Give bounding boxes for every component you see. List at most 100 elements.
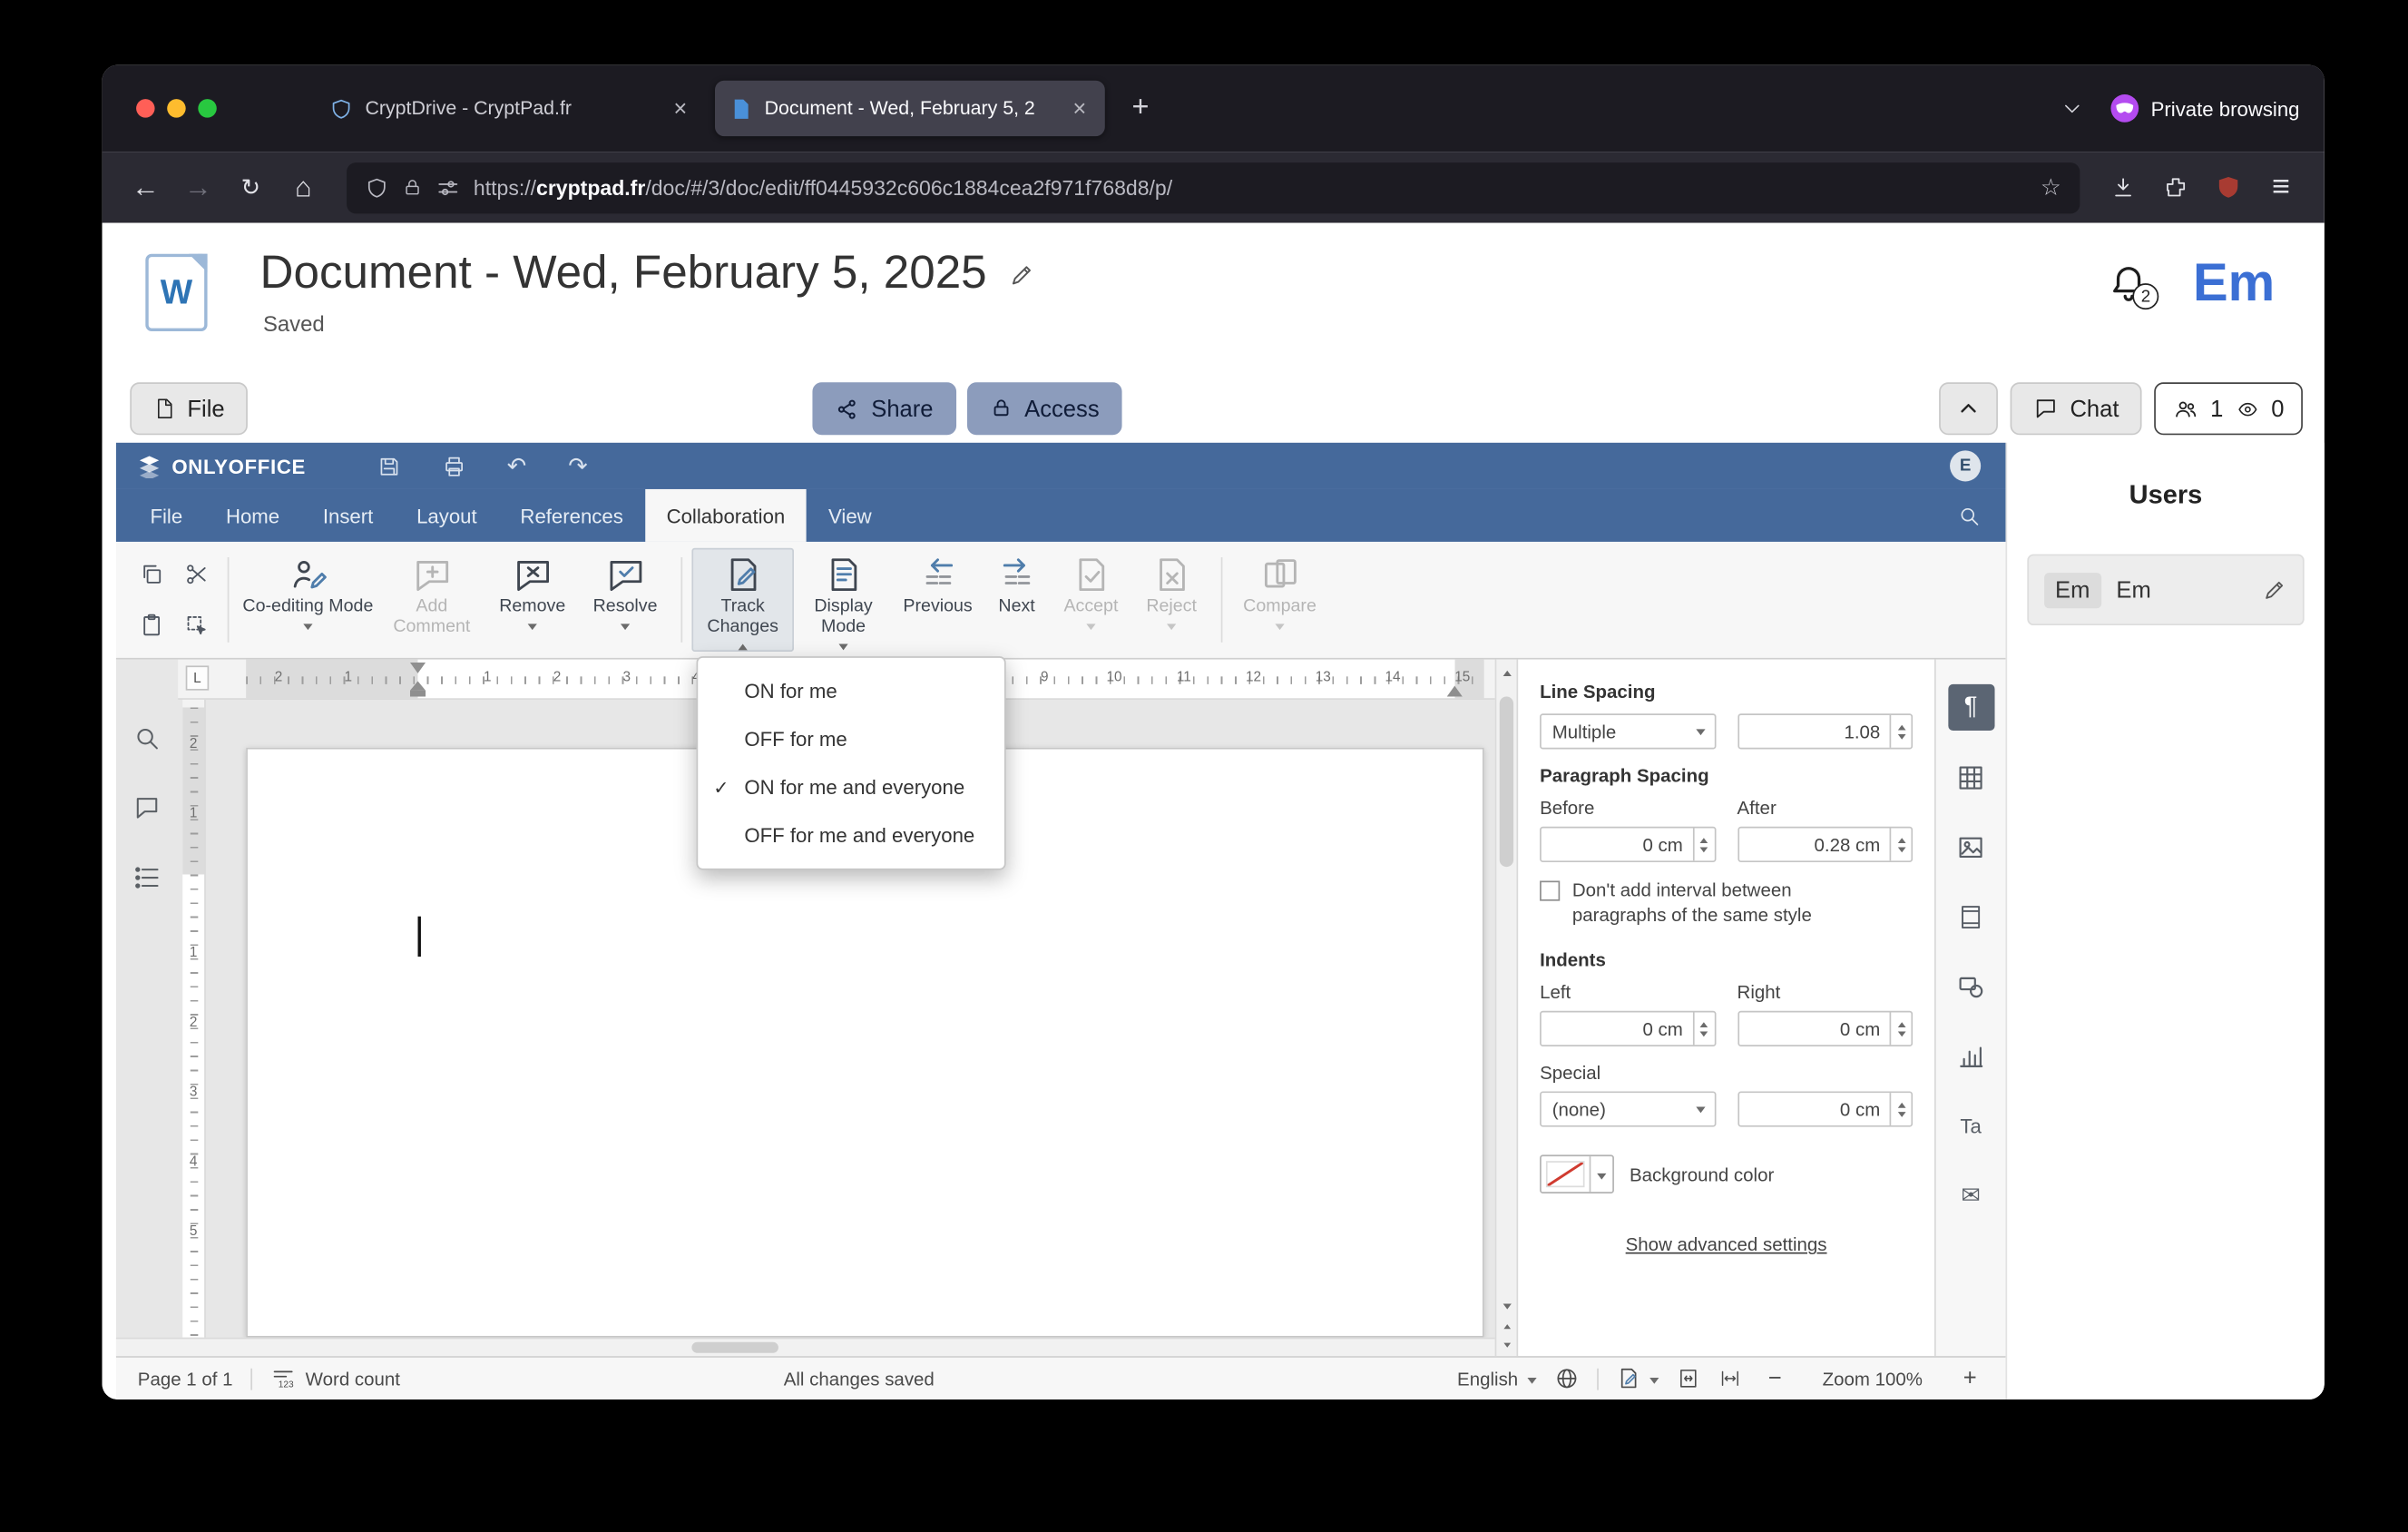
menu-tab-home[interactable]: Home [204,489,301,542]
menu-tab-view[interactable]: View [807,489,893,542]
permissions-sliders-icon[interactable] [436,176,460,200]
menu-tab-file[interactable]: File [129,489,204,542]
fit-page-icon[interactable] [1678,1367,1699,1390]
add-comment-button[interactable]: Add Comment [377,548,485,652]
fit-width-icon[interactable] [1718,1369,1742,1389]
first-line-indent-marker[interactable] [409,662,426,673]
menu-tab-collaboration[interactable]: Collaboration [644,488,808,542]
forward-button[interactable]: → [173,162,223,212]
interval-checkbox[interactable] [1540,880,1561,901]
collapse-toolbar-button[interactable] [1938,382,1998,436]
url-text[interactable]: https://cryptpad.fr/doc/#/3/doc/edit/ff0… [474,176,2027,200]
header-footer-settings-icon[interactable] [1947,893,1993,939]
special-indent-spinner[interactable]: 0 cm [1737,1092,1914,1128]
new-tab-button[interactable]: + [1117,85,1163,132]
track-changes-button[interactable]: Track Changes [691,547,794,653]
chart-settings-icon[interactable] [1947,1033,1993,1079]
zoom-window-button[interactable] [198,99,217,118]
downloads-icon[interactable] [2099,162,2149,212]
close-window-button[interactable] [136,99,155,118]
tracking-protection-shield-icon[interactable] [366,176,389,200]
browser-tab-document[interactable]: Document - Wed, February 5, 2 × [714,80,1105,137]
language-selector[interactable]: English [1457,1368,1537,1390]
tab-close-icon[interactable]: × [1068,95,1091,122]
reload-button[interactable]: ↻ [226,162,276,212]
previous-page-button[interactable] [1496,1321,1516,1330]
accept-change-button[interactable]: Accept [1051,548,1131,652]
advanced-settings-link[interactable]: Show advanced settings [1540,1234,1913,1256]
navigation-headings-icon[interactable] [133,864,162,892]
bookmark-star-icon[interactable]: ☆ [2041,173,2061,201]
find-icon[interactable] [133,724,162,752]
paragraph-settings-icon[interactable]: ¶ [1947,683,1994,732]
right-indent-marker[interactable] [1446,685,1463,697]
menu-tab-insert[interactable]: Insert [301,489,395,542]
browser-tab-cryptdrive[interactable]: CryptDrive - CryptPad.fr × [316,81,706,136]
user-chip[interactable]: Em [2044,572,2101,608]
left-indent-marker[interactable] [409,681,426,697]
scrollbar-thumb[interactable] [1499,696,1514,868]
text-art-settings-icon[interactable]: Ta [1947,1102,1993,1148]
remove-comments-button[interactable]: Remove [486,548,579,652]
scroll-up-arrow[interactable] [1496,667,1516,677]
spellcheck-globe-icon[interactable] [1555,1367,1579,1390]
line-spacing-select[interactable]: Multiple [1540,713,1716,750]
undo-icon[interactable]: ↶ [507,452,526,480]
display-mode-button[interactable]: Display Mode [794,548,893,652]
comments-icon[interactable] [133,794,162,822]
next-change-button[interactable]: Next [983,548,1051,652]
scrollbar-thumb[interactable] [691,1341,778,1353]
file-button[interactable]: File [130,382,249,436]
zoom-out-button[interactable]: − [1761,1365,1789,1391]
userlist-button[interactable]: 1 0 [2154,382,2303,436]
track-changes-status-button[interactable] [1617,1367,1659,1390]
menu-tab-references[interactable]: References [499,489,645,542]
notifications-bell-icon[interactable]: 2 [2108,263,2159,310]
rename-pencil-icon[interactable] [1009,260,1035,287]
line-spacing-amount-spinner[interactable]: 1.08 [1737,713,1914,750]
print-icon[interactable] [442,455,465,478]
editor-user-avatar[interactable]: E [1950,450,1982,482]
list-tabs-chevron-icon[interactable] [2061,97,2083,119]
special-indent-select[interactable]: (none) [1540,1092,1716,1128]
menu-tab-layout[interactable]: Layout [395,489,498,542]
menu-item-on-for-me[interactable]: ON for me [698,667,1004,715]
user-avatar[interactable]: Em [2193,254,2275,315]
redo-icon[interactable]: ↷ [568,452,587,480]
shape-settings-icon[interactable] [1947,963,1993,1009]
minimize-window-button[interactable] [167,99,186,118]
compare-button[interactable]: Compare [1232,548,1328,652]
share-button[interactable]: Share [812,382,957,436]
indent-right-spinner[interactable]: 0 cm [1737,1011,1914,1047]
spacing-after-spinner[interactable]: 0.28 cm [1737,826,1914,863]
scroll-down-arrow[interactable] [1496,1301,1516,1310]
home-button[interactable]: ⌂ [279,162,328,212]
lock-icon[interactable] [402,177,422,197]
spacing-before-spinner[interactable]: 0 cm [1540,826,1716,863]
ublock-origin-icon[interactable] [2204,162,2254,212]
back-button[interactable]: ← [121,162,171,212]
save-icon[interactable] [377,455,400,478]
tab-stop-selector[interactable]: L [185,665,210,691]
image-settings-icon[interactable] [1947,823,1993,869]
resolve-comments-button[interactable]: Resolve [579,548,671,652]
horizontal-scrollbar[interactable] [115,1337,1495,1357]
edit-name-pencil-icon[interactable] [2263,577,2287,602]
url-bar[interactable]: https://cryptpad.fr/doc/#/3/doc/edit/ff0… [347,162,2080,213]
cut-scissors-icon[interactable] [183,562,208,586]
vertical-scrollbar[interactable] [1494,659,1517,1357]
next-page-button[interactable] [1496,1339,1516,1348]
table-settings-icon[interactable] [1947,754,1993,800]
menu-item-off-for-everyone[interactable]: OFF for me and everyone [698,811,1004,859]
access-button[interactable]: Access [967,382,1123,436]
select-all-icon[interactable] [183,614,208,638]
menu-item-on-for-everyone[interactable]: ✓ ON for me and everyone [698,763,1004,811]
extensions-puzzle-icon[interactable] [2151,162,2201,212]
background-color-picker[interactable] [1540,1155,1614,1194]
coediting-mode-button[interactable]: Co-editing Mode [239,548,378,652]
zoom-in-button[interactable]: + [1956,1365,1984,1391]
word-count-button[interactable]: 123 Word count [271,1367,400,1390]
menu-hamburger-icon[interactable]: ≡ [2256,162,2306,212]
paste-icon[interactable] [139,614,163,638]
chat-button[interactable]: Chat [2009,382,2143,436]
